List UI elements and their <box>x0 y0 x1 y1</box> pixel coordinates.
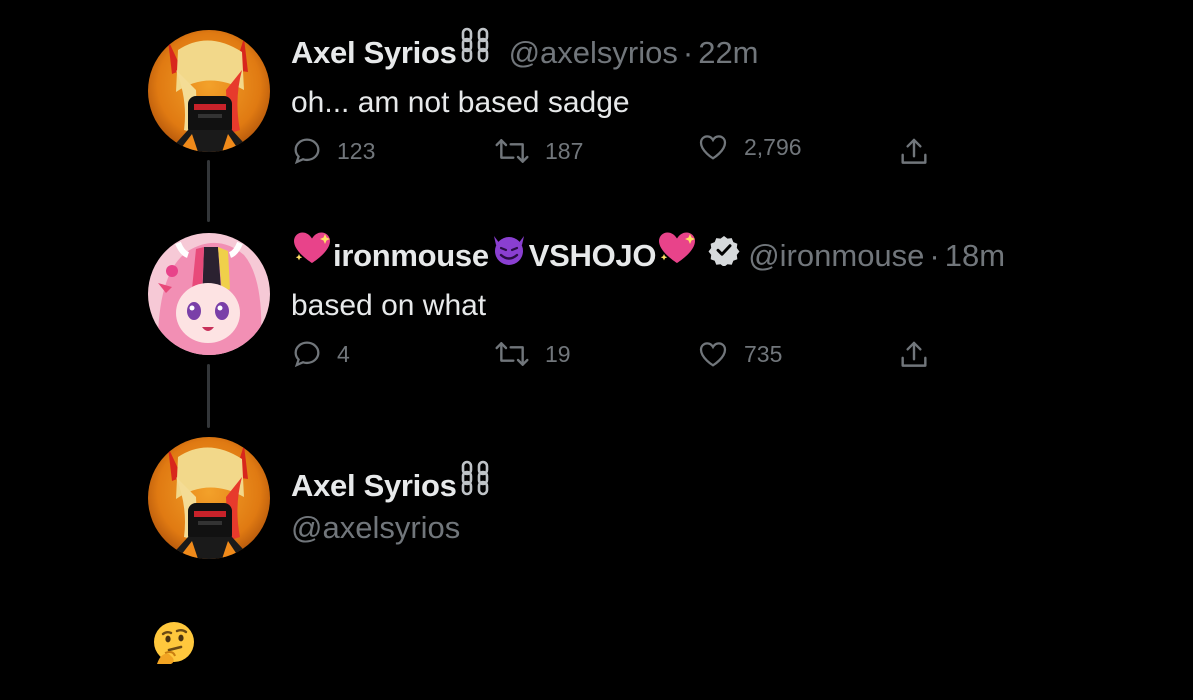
retweet-icon <box>495 139 529 163</box>
like-count: 735 <box>744 340 783 367</box>
retweet-count: 187 <box>545 137 584 164</box>
reply-icon <box>294 138 320 165</box>
retweet-button[interactable]: 19 <box>493 338 571 370</box>
timestamp[interactable]: 18m <box>945 238 1005 274</box>
display-name[interactable]: ironmouse <box>333 238 489 274</box>
reply-button[interactable]: 4 <box>291 338 350 370</box>
composer[interactable]: Axel Syrios @axelsyrios <box>291 460 1193 546</box>
reply-button[interactable]: 123 <box>291 135 375 167</box>
reply-count: 123 <box>337 137 376 164</box>
reply-icon <box>294 341 320 368</box>
tweet-text: based on what <box>291 289 487 322</box>
tweet-actions: 4 19 735 <box>291 338 951 378</box>
handle[interactable]: @axelsyrios <box>509 35 678 71</box>
heart-icon <box>699 135 727 160</box>
retweet-icon <box>495 342 529 366</box>
display-name[interactable]: Axel Syrios <box>291 35 457 71</box>
avatar-ironmouse[interactable] <box>148 233 270 355</box>
sparkling-heart-emoji <box>291 230 333 274</box>
like-button[interactable]: 2,796 <box>696 131 802 163</box>
separator-dot: · <box>682 35 694 70</box>
like-button[interactable]: 735 <box>696 338 782 370</box>
chain-link-icon <box>457 460 495 496</box>
handle[interactable]: @ironmouse <box>748 238 924 274</box>
share-icon <box>901 138 927 164</box>
display-name-suffix[interactable]: VSHOJO <box>529 238 657 274</box>
retweet-button[interactable]: 187 <box>493 135 583 167</box>
tweet[interactable]: Axel Syrios @axelsyrios · 22m oh... am n… <box>291 27 1193 165</box>
tweet-header: ironmouse VSHOJO @ironmouse · 18m <box>291 230 1193 274</box>
composer-handle-line: @axelsyrios <box>291 510 1193 546</box>
thinking-face-emoji[interactable] <box>151 620 197 666</box>
heart-icon <box>699 342 727 367</box>
avatar-axelsyrios[interactable] <box>148 30 270 152</box>
share-button[interactable] <box>897 135 945 169</box>
tweet[interactable]: ironmouse VSHOJO @ironmouse · 18m based … <box>291 230 1193 368</box>
tweet-text: oh... am not based sadge <box>291 86 630 119</box>
sparkling-heart-emoji <box>656 230 698 274</box>
share-icon <box>901 341 927 367</box>
reply-count: 4 <box>337 340 350 367</box>
display-name[interactable]: Axel Syrios <box>291 468 457 504</box>
thread-view: Axel Syrios @axelsyrios · 22m oh... am n… <box>0 0 1193 700</box>
avatar-axelsyrios[interactable] <box>148 437 270 559</box>
tweet-actions: 123 187 2,796 <box>291 134 951 175</box>
thread-connector-line <box>207 364 210 428</box>
retweet-count: 19 <box>545 340 571 367</box>
like-count: 2,796 <box>744 133 802 160</box>
thread-connector-line <box>207 160 210 222</box>
timestamp[interactable]: 22m <box>698 35 758 71</box>
tweet-header: Axel Syrios @axelsyrios · 22m <box>291 27 1193 71</box>
handle[interactable]: @axelsyrios <box>291 510 460 546</box>
smiling-devil-emoji <box>489 230 529 274</box>
share-button[interactable] <box>897 338 945 372</box>
separator-dot: · <box>929 238 940 273</box>
chain-link-icon <box>457 27 495 63</box>
composer-header: Axel Syrios <box>291 460 1193 504</box>
verified-badge-icon <box>708 234 740 267</box>
